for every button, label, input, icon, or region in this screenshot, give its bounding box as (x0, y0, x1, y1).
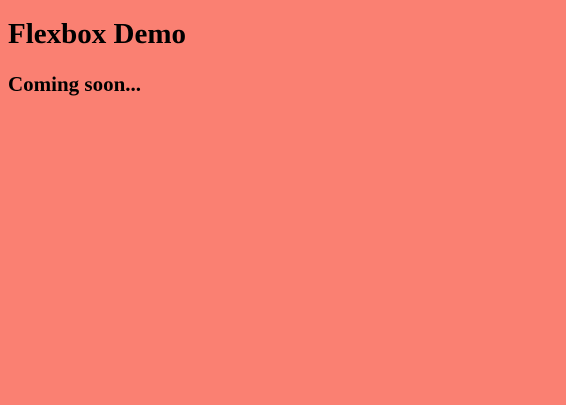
page-title: Flexbox Demo (8, 18, 186, 50)
page-body: Flexbox Demo Coming soon... (0, 0, 566, 405)
coming-soon-heading: Coming soon... (8, 72, 142, 96)
